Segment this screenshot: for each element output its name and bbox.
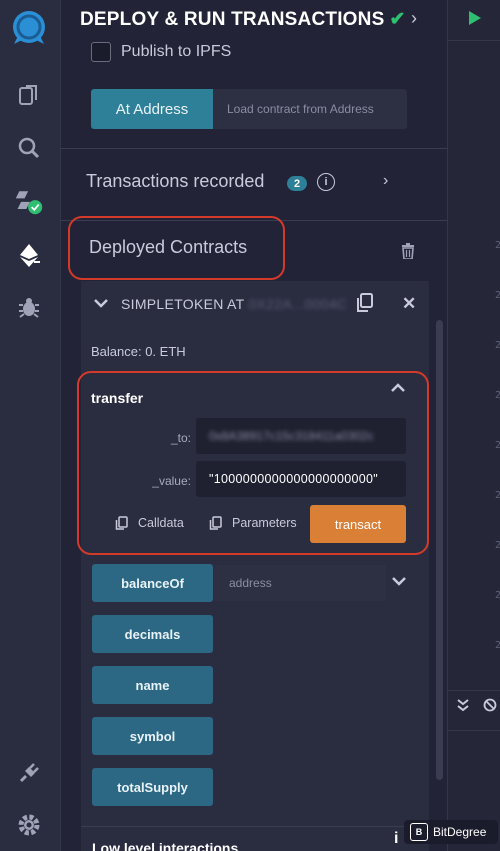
value-param-input[interactable]: "1000000000000000000000" bbox=[196, 461, 406, 497]
close-icon[interactable]: ✕ bbox=[402, 294, 416, 314]
balance-text: Balance: 0. ETH bbox=[91, 344, 186, 359]
value-param-label: _value: bbox=[152, 474, 191, 488]
divider bbox=[448, 40, 500, 41]
panel-title: DEPLOY & RUN TRANSACTIONS ✔ bbox=[80, 9, 406, 30]
balanceof-button[interactable]: balanceOf bbox=[92, 564, 213, 602]
copy-calldata-icon bbox=[115, 516, 128, 530]
debugger-icon[interactable] bbox=[14, 292, 44, 322]
symbol-button[interactable]: symbol bbox=[92, 717, 213, 755]
line-number: 2 bbox=[494, 490, 500, 501]
panel-chevron-icon[interactable]: › bbox=[411, 8, 417, 29]
line-number: 2 bbox=[494, 240, 500, 251]
line-number: 2 bbox=[494, 590, 500, 601]
line-number: 2 bbox=[494, 640, 500, 651]
chevron-down-icon[interactable] bbox=[94, 295, 108, 313]
settings-icon[interactable] bbox=[14, 810, 44, 840]
double-chevron-down-icon[interactable] bbox=[457, 698, 469, 717]
divider bbox=[448, 730, 500, 731]
publish-ipfs-label: Publish to IPFS bbox=[121, 43, 232, 60]
totalsupply-button[interactable]: totalSupply bbox=[92, 768, 213, 806]
file-explorer-icon[interactable] bbox=[14, 80, 44, 110]
transfer-function-title: transfer bbox=[91, 390, 144, 406]
divider bbox=[61, 148, 447, 149]
trash-icon[interactable] bbox=[401, 243, 415, 264]
contract-address: 0X22A...0004C bbox=[248, 296, 348, 312]
line-number: 2 bbox=[494, 390, 500, 401]
chevron-up-icon[interactable] bbox=[391, 380, 405, 398]
info-icon[interactable]: i bbox=[317, 173, 335, 191]
line-number: 2 bbox=[494, 340, 500, 351]
transactions-recorded-label[interactable]: Transactions recorded bbox=[86, 171, 264, 192]
calldata-button[interactable]: Calldata bbox=[115, 516, 184, 530]
at-address-button[interactable]: At Address bbox=[91, 89, 213, 129]
load-contract-address-input[interactable]: Load contract from Address bbox=[213, 89, 407, 129]
name-button[interactable]: name bbox=[92, 666, 213, 704]
balanceof-address-input[interactable]: address bbox=[214, 565, 386, 601]
success-check-icon: ✔ bbox=[389, 9, 406, 30]
line-number: 2 bbox=[494, 290, 500, 301]
solidity-compiler-icon[interactable] bbox=[14, 186, 44, 216]
clear-console-icon[interactable] bbox=[483, 698, 497, 717]
to-param-input[interactable]: 0x8A38917c15c318411a0302c bbox=[196, 418, 406, 454]
decimals-button[interactable]: decimals bbox=[92, 615, 213, 653]
chevron-down-icon[interactable] bbox=[392, 573, 406, 591]
editor-pane: 2 2 2 2 2 2 2 2 2 bbox=[447, 0, 500, 851]
remix-logo-icon[interactable] bbox=[10, 8, 48, 46]
info-icon[interactable]: i bbox=[394, 830, 398, 848]
publish-ipfs-checkbox[interactable] bbox=[91, 42, 111, 62]
contract-instance-name[interactable]: SIMPLETOKEN AT 0X22A...0004C bbox=[121, 296, 347, 312]
divider bbox=[81, 826, 429, 827]
copy-icon[interactable] bbox=[355, 293, 375, 318]
deploy-run-panel: DEPLOY & RUN TRANSACTIONS ✔ › Publish to … bbox=[61, 0, 447, 851]
transact-button[interactable]: transact bbox=[310, 505, 406, 543]
parameters-button[interactable]: Parameters bbox=[209, 516, 297, 530]
copy-parameters-icon bbox=[209, 516, 222, 530]
low-level-interactions-label: Low level interactions bbox=[92, 840, 239, 851]
scrollbar[interactable] bbox=[436, 320, 443, 780]
line-number: 2 bbox=[494, 440, 500, 451]
run-play-icon[interactable] bbox=[468, 10, 482, 31]
to-param-label: _to: bbox=[170, 431, 191, 445]
deploy-run-icon[interactable] bbox=[14, 240, 44, 270]
search-icon[interactable] bbox=[14, 133, 44, 163]
bitdegree-watermark: B BitDegree bbox=[404, 820, 498, 844]
icon-panel bbox=[0, 0, 61, 851]
bitdegree-logo-icon: B bbox=[410, 823, 428, 841]
divider bbox=[448, 690, 500, 691]
transactions-chevron-icon[interactable]: › bbox=[383, 172, 388, 190]
line-number: 2 bbox=[494, 540, 500, 551]
transactions-count-badge: 2 bbox=[287, 176, 307, 191]
plugin-manager-icon[interactable] bbox=[14, 758, 44, 788]
deployed-contracts-title: Deployed Contracts bbox=[89, 237, 248, 257]
